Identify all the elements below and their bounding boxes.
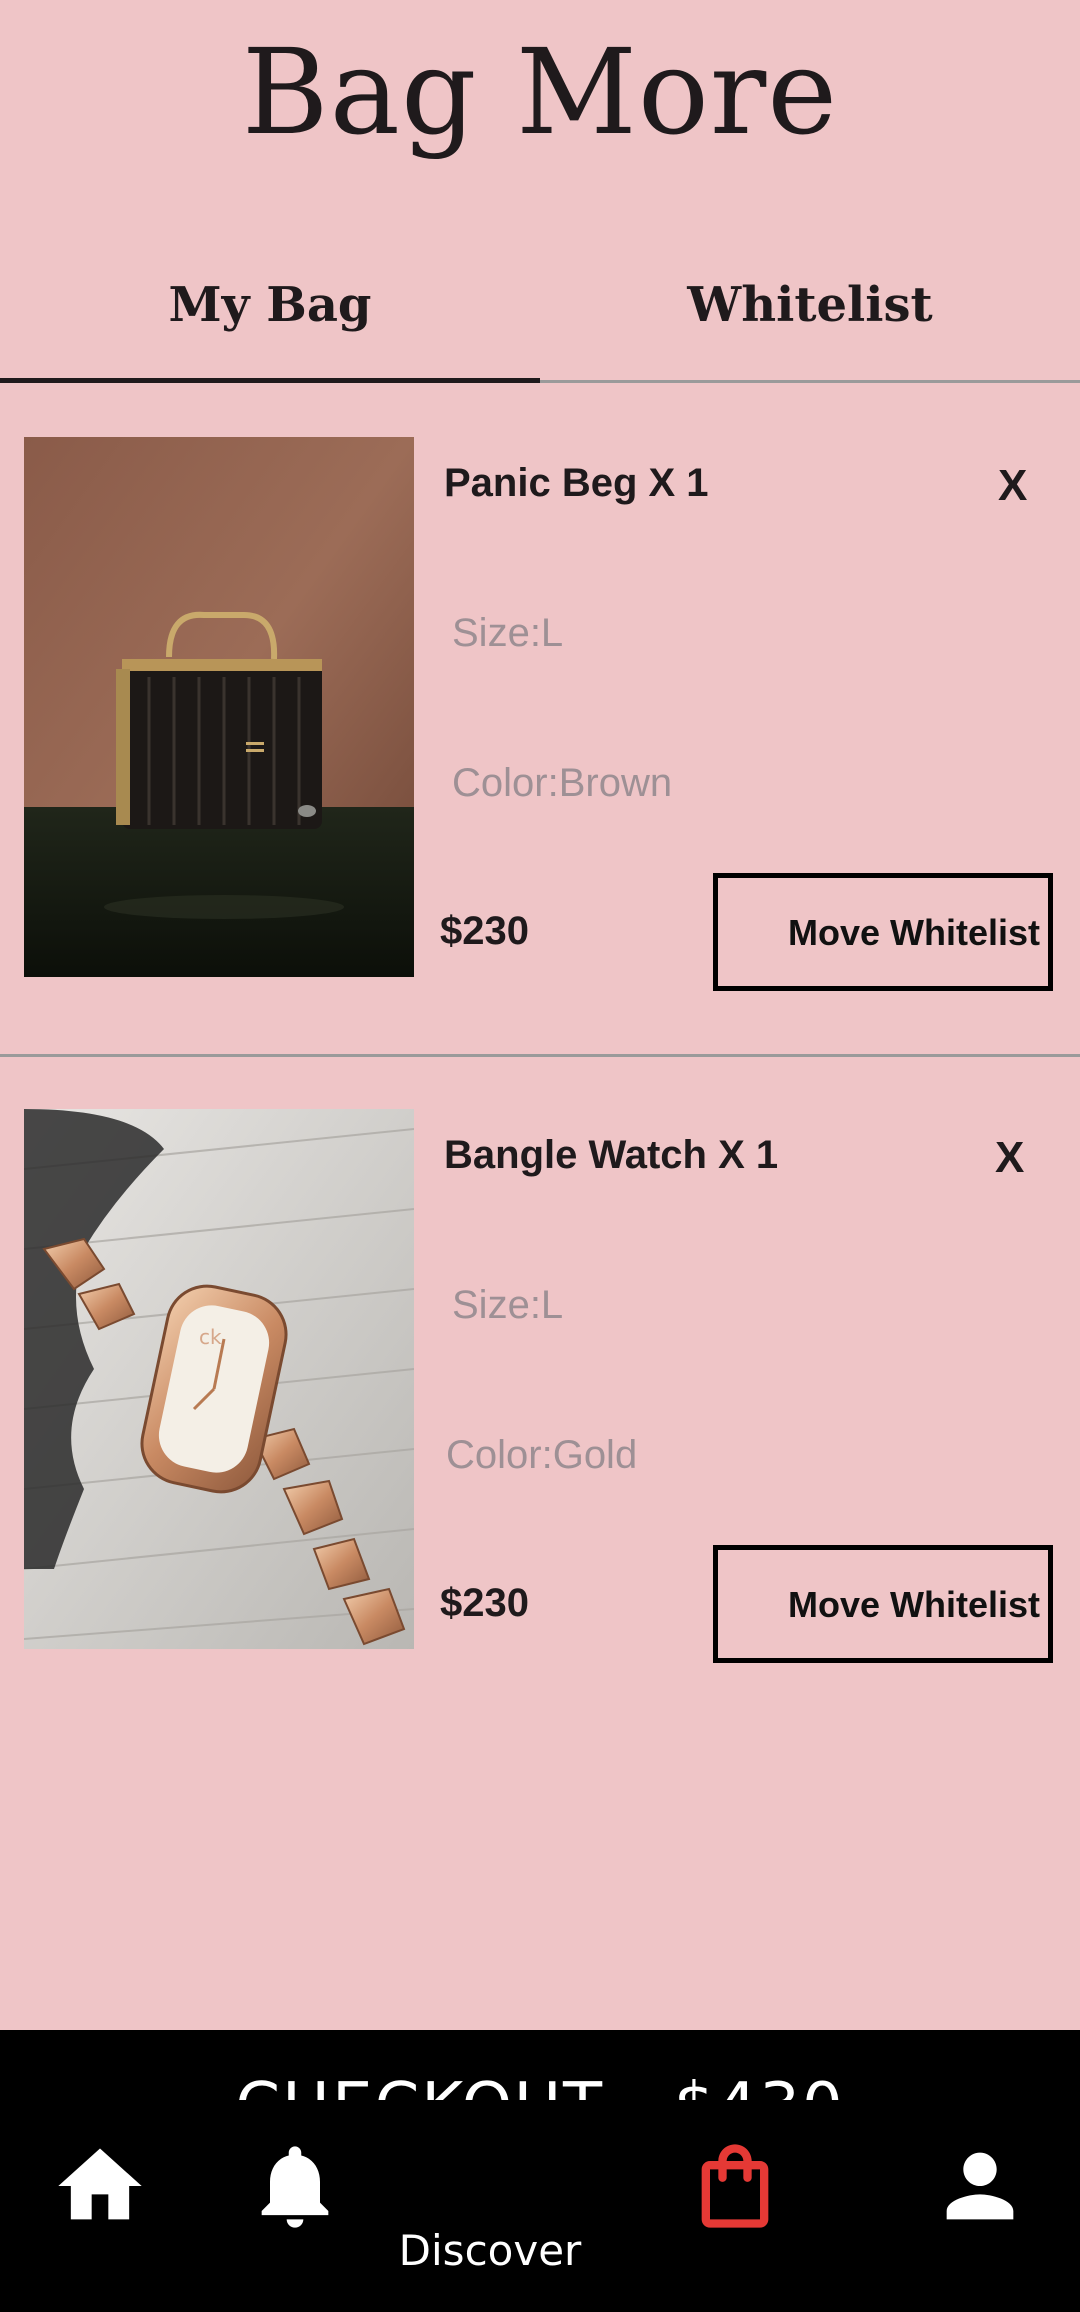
item-name: Bangle Watch X 1 bbox=[444, 1133, 779, 1177]
item-size: Size:L bbox=[452, 611, 564, 655]
item-size: Size:L bbox=[452, 1283, 564, 1327]
item-price: $230 bbox=[440, 1581, 529, 1625]
item-price: $230 bbox=[440, 909, 529, 953]
tab-active-indicator bbox=[0, 378, 540, 383]
svg-text:ck: ck bbox=[199, 1325, 222, 1349]
app-title: Bag More bbox=[241, 23, 839, 161]
product-image-watch[interactable]: ck bbox=[24, 1109, 414, 1649]
item-divider bbox=[0, 1054, 1080, 1057]
tab-whitelist[interactable]: Whitelist bbox=[540, 240, 1080, 380]
shopping-bag-icon bbox=[701, 2144, 769, 2228]
bottom-nav bbox=[0, 2100, 1080, 2312]
home-icon bbox=[58, 2148, 142, 2220]
nav-bag[interactable] bbox=[685, 2136, 785, 2236]
checkout-label: CHECKOUT - $430 bbox=[0, 2070, 1080, 2100]
tab-bar: My Bag Whitelist bbox=[0, 240, 1080, 382]
move-to-whitelist-button[interactable]: Move Whitelist bbox=[713, 1545, 1053, 1663]
product-image-handbag[interactable] bbox=[24, 437, 414, 977]
remove-item-button[interactable]: X bbox=[995, 1133, 1024, 1183]
nav-notifications[interactable] bbox=[245, 2136, 345, 2236]
tab-my-bag[interactable]: My Bag bbox=[0, 240, 540, 380]
checkout-button[interactable]: CHECKOUT - $430 bbox=[0, 2030, 1080, 2100]
nav-discover-label[interactable]: Discover bbox=[360, 2226, 620, 2275]
item-name: Panic Beg X 1 bbox=[444, 461, 709, 505]
item-color: Color:Gold bbox=[446, 1433, 638, 1477]
nav-home[interactable] bbox=[50, 2136, 150, 2236]
remove-item-button[interactable]: X bbox=[998, 461, 1027, 511]
bell-icon bbox=[261, 2146, 329, 2228]
item-color: Color:Brown bbox=[452, 761, 673, 805]
nav-profile[interactable] bbox=[930, 2136, 1030, 2236]
person-icon bbox=[946, 2152, 1014, 2220]
move-to-whitelist-button[interactable]: Move Whitelist bbox=[713, 873, 1053, 991]
